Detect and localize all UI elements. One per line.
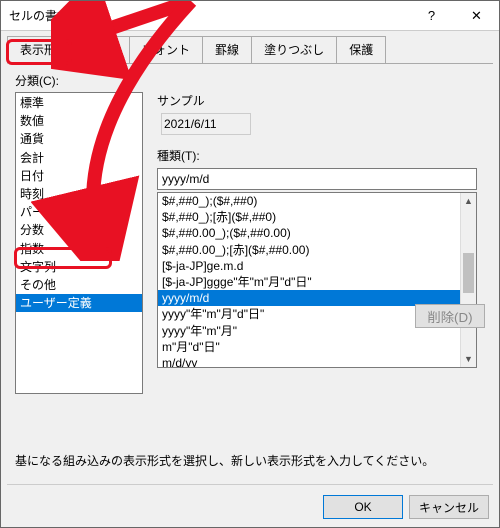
- category-item[interactable]: 日付: [16, 167, 142, 185]
- tabpanel-number-format: 分類(C): 標準数値通貨会計日付時刻パーセンテージ分数指数文字列その他ユーザー…: [7, 63, 493, 481]
- category-item[interactable]: 会計: [16, 149, 142, 167]
- category-list[interactable]: 標準数値通貨会計日付時刻パーセンテージ分数指数文字列その他ユーザー定義: [15, 92, 143, 394]
- scroll-up-icon[interactable]: ▲: [461, 193, 476, 209]
- format-item[interactable]: [$-ja-JP]ggge"年"m"月"d"日": [158, 274, 476, 290]
- category-item[interactable]: 通貨: [16, 130, 142, 148]
- scroll-down-icon[interactable]: ▼: [461, 351, 476, 367]
- category-item[interactable]: 時刻: [16, 185, 142, 203]
- sample-value: 2021/6/11: [161, 113, 251, 135]
- tab-塗りつぶし[interactable]: 塗りつぶし: [251, 36, 337, 64]
- format-item[interactable]: [$-ja-JP]ge.m.d: [158, 258, 476, 274]
- window-title: セルの書式設定: [9, 7, 409, 24]
- delete-button[interactable]: 削除(D): [415, 304, 485, 328]
- category-item[interactable]: その他: [16, 276, 142, 294]
- category-item[interactable]: 文字列: [16, 258, 142, 276]
- tab-保護[interactable]: 保護: [336, 36, 386, 64]
- tab-罫線[interactable]: 罫線: [202, 36, 252, 64]
- category-item[interactable]: 指数: [16, 240, 142, 258]
- sample-label: サンプル: [157, 92, 485, 109]
- scroll-thumb[interactable]: [463, 253, 474, 293]
- dialog-buttons: OK キャンセル: [323, 495, 489, 519]
- scrollbar[interactable]: ▲ ▼: [460, 193, 476, 367]
- description-text: 基になる組み込みの表示形式を選択し、新しい表示形式を入力してください。: [15, 452, 434, 469]
- tab-配置[interactable]: 配置: [80, 36, 130, 64]
- type-label: 種類(T):: [157, 147, 485, 164]
- dialog-window: セルの書式設定 ? ✕ 表示形式配置フォント罫線塗りつぶし保護 分類(C): 標…: [0, 0, 500, 528]
- category-label: 分類(C):: [15, 72, 485, 89]
- titlebar: セルの書式設定 ? ✕: [1, 1, 499, 31]
- separator: [7, 484, 493, 485]
- format-item[interactable]: $#,##0_);($#,##0): [158, 193, 476, 209]
- category-item[interactable]: パーセンテージ: [16, 203, 142, 221]
- format-item[interactable]: $#,##0.00_);($#,##0.00): [158, 225, 476, 241]
- type-input[interactable]: [157, 168, 477, 190]
- category-item[interactable]: 標準: [16, 94, 142, 112]
- ok-button[interactable]: OK: [323, 495, 403, 519]
- category-item[interactable]: ユーザー定義: [16, 294, 142, 312]
- format-list-wrap: $#,##0_);($#,##0)$#,##0_);[赤]($#,##0)$#,…: [157, 192, 477, 368]
- format-item[interactable]: $#,##0.00_);[赤]($#,##0.00): [158, 242, 476, 258]
- format-item[interactable]: m/d/yy: [158, 355, 476, 368]
- right-panel: サンプル 2021/6/11 種類(T): $#,##0_);($#,##0)$…: [157, 92, 485, 374]
- format-list[interactable]: $#,##0_);($#,##0)$#,##0_);[赤]($#,##0)$#,…: [157, 192, 477, 368]
- cancel-button[interactable]: キャンセル: [409, 495, 489, 519]
- category-area: 標準数値通貨会計日付時刻パーセンテージ分数指数文字列その他ユーザー定義: [15, 92, 143, 394]
- close-button[interactable]: ✕: [454, 1, 499, 30]
- tab-フォント[interactable]: フォント: [129, 36, 203, 64]
- help-button[interactable]: ?: [409, 1, 454, 30]
- format-item[interactable]: $#,##0_);[赤]($#,##0): [158, 209, 476, 225]
- sample-group: サンプル 2021/6/11: [157, 92, 485, 135]
- tab-表示形式[interactable]: 表示形式: [7, 36, 81, 64]
- tab-strip: 表示形式配置フォント罫線塗りつぶし保護: [1, 31, 499, 63]
- category-item[interactable]: 数値: [16, 112, 142, 130]
- type-group: 種類(T): $#,##0_);($#,##0)$#,##0_);[赤]($#,…: [157, 147, 485, 368]
- format-item[interactable]: m"月"d"日": [158, 339, 476, 355]
- category-item[interactable]: 分数: [16, 221, 142, 239]
